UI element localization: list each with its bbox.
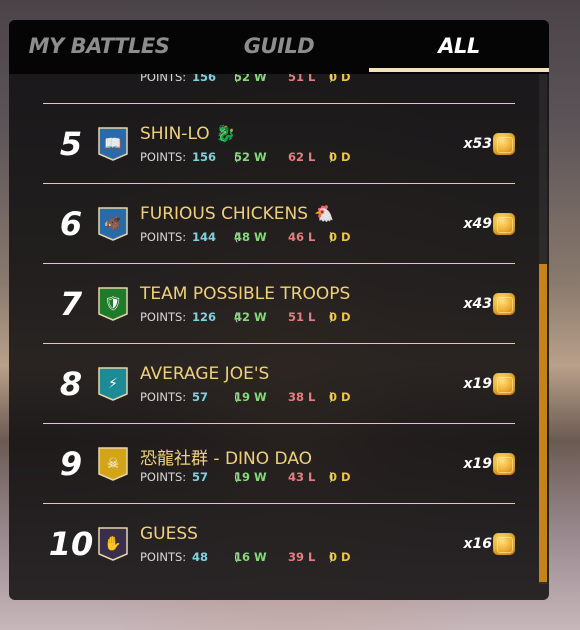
- points-value: 126: [192, 310, 217, 324]
- reward-chest-icon: [493, 453, 515, 475]
- team-name[interactable]: SHIN-LO 🐉: [140, 124, 236, 144]
- rank-number: 5: [59, 125, 83, 163]
- points-label: POINTS:: [140, 230, 187, 244]
- rank-number: 8: [59, 365, 83, 403]
- reward-chest-icon: [493, 133, 515, 155]
- rank-number: 6: [59, 205, 83, 243]
- reward-multiplier: x19: [463, 456, 492, 472]
- team-badge-icon: 🐉: [215, 124, 236, 143]
- team-row[interactable]: 10 ✋ GUESS POINTS: 48 ( 16 W 39 L 0 D ) …: [43, 504, 515, 584]
- team-name[interactable]: FURIOUS CHICKENS 🐔: [140, 204, 334, 224]
- team-row[interactable]: 8 ⚡ AVERAGE JOE'S POINTS: 57 ( 19 W 38 L…: [43, 344, 515, 424]
- losses-value: 39 L: [288, 550, 316, 564]
- hand-emblem-icon: ✋: [97, 527, 129, 561]
- reward-multiplier: x16: [463, 536, 492, 552]
- active-tab-indicator: [369, 68, 549, 72]
- leaderboard-panel: POINTS: 156 ( 52 W 51 L 0 D ) 5 📖 SHIN-L…: [9, 20, 549, 600]
- svg-text:📖: 📖: [104, 136, 121, 152]
- points-value: 144: [192, 230, 217, 244]
- points-value: 57: [192, 390, 209, 404]
- svg-text:✋: ✋: [104, 535, 121, 552]
- points-label: POINTS:: [140, 470, 187, 484]
- team-name[interactable]: GUESS: [140, 524, 198, 544]
- reward-multiplier: x49: [463, 216, 492, 232]
- boar-emblem-icon: 🐗: [97, 207, 129, 241]
- points-label: POINTS:: [140, 150, 187, 164]
- book-emblem-icon: 📖: [97, 127, 129, 161]
- scrollbar-thumb[interactable]: [539, 264, 547, 582]
- team-name-text: FURIOUS CHICKENS: [140, 204, 308, 224]
- skull-emblem-icon: ☠: [97, 447, 129, 481]
- reward-chest-icon: [493, 293, 515, 315]
- team-row[interactable]: 6 🐗 FURIOUS CHICKENS 🐔 POINTS: 144 ( 48 W…: [43, 184, 515, 264]
- team-name-text: 恐龍社群 - DINO DAO: [140, 449, 313, 469]
- team-name[interactable]: TEAM POSSIBLE TROOPS: [140, 284, 350, 304]
- svg-text:🐗: 🐗: [104, 215, 121, 232]
- svg-text:☠: ☠: [107, 456, 120, 472]
- reward-chest-icon: [493, 373, 515, 395]
- team-name-text: AVERAGE JOE'S: [140, 364, 270, 384]
- rank-number: 7: [59, 285, 83, 323]
- reward-multiplier: x19: [463, 376, 492, 392]
- points-label: POINTS:: [140, 390, 187, 404]
- points-label: POINTS:: [140, 550, 187, 564]
- lightning-emblem-icon: ⚡: [97, 367, 129, 401]
- losses-value: 46 L: [288, 230, 316, 244]
- losses-value: 43 L: [288, 470, 316, 484]
- tab-my-battles[interactable]: MY BATTLES: [9, 20, 189, 74]
- team-name[interactable]: 恐龍社群 - DINO DAO: [140, 444, 312, 469]
- team-row[interactable]: 5 📖 SHIN-LO 🐉 POINTS: 156 ( 52 W 62 L 0 D…: [43, 104, 515, 184]
- team-row[interactable]: 9 ☠ 恐龍社群 - DINO DAO POINTS: 57 ( 19 W 43…: [43, 424, 515, 504]
- tab-bar: MY BATTLES GUILD ALL: [9, 20, 549, 74]
- tab-guild[interactable]: GUILD: [189, 20, 369, 74]
- points-value: 57: [192, 470, 209, 484]
- team-row[interactable]: 7 🛡 TEAM POSSIBLE TROOPS POINTS: 126 ( 4…: [43, 264, 515, 344]
- losses-value: 38 L: [288, 390, 316, 404]
- points-value: 48: [192, 550, 209, 564]
- tab-all[interactable]: ALL: [369, 20, 549, 74]
- points-label: POINTS:: [140, 310, 187, 324]
- leaderboard-list[interactable]: POINTS: 156 ( 52 W 51 L 0 D ) 5 📖 SHIN-L…: [9, 20, 549, 600]
- reward-multiplier: x43: [463, 296, 492, 312]
- losses-value: 62 L: [288, 150, 316, 164]
- team-name-text: GUESS: [140, 524, 198, 544]
- team-name-text: TEAM POSSIBLE TROOPS: [140, 284, 351, 304]
- reward-chest-icon: [493, 213, 515, 235]
- team-name[interactable]: AVERAGE JOE'S: [140, 364, 269, 384]
- svg-text:⚡: ⚡: [108, 376, 118, 392]
- team-name-text: SHIN-LO: [140, 124, 210, 144]
- rank-number: 9: [59, 445, 83, 483]
- shield-emblem-icon: 🛡: [97, 287, 129, 321]
- team-badge-icon: 🐔: [314, 204, 334, 223]
- losses-value: 51 L: [288, 310, 316, 324]
- points-value: 156: [192, 150, 217, 164]
- svg-text:🛡: 🛡: [104, 296, 122, 312]
- rank-number: 10: [48, 525, 94, 563]
- reward-multiplier: x53: [463, 136, 492, 152]
- reward-chest-icon: [493, 533, 515, 555]
